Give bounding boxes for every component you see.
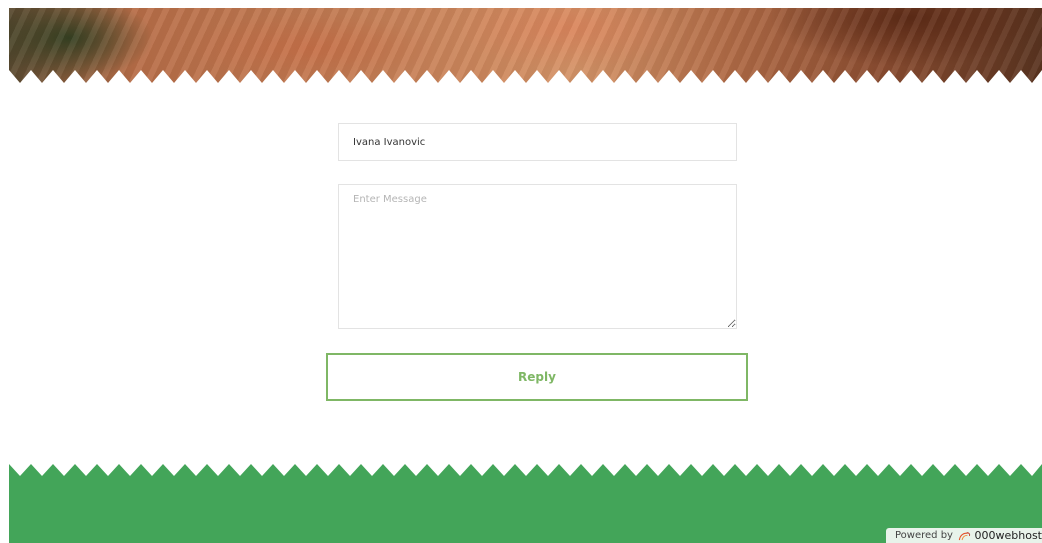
message-field[interactable] [338,184,737,329]
hero-banner-image [9,8,1042,84]
000webhost-brand: 000webhost [974,529,1042,542]
000webhost-logo-icon [958,531,971,540]
powered-by-badge[interactable]: Powered by 000webhost [886,528,1042,543]
powered-by-label: Powered by [895,530,953,541]
reply-button[interactable]: Reply [326,353,748,401]
zigzag-divider-top [9,70,1042,84]
name-field[interactable] [338,123,737,161]
zigzag-divider-bottom [9,464,1042,477]
